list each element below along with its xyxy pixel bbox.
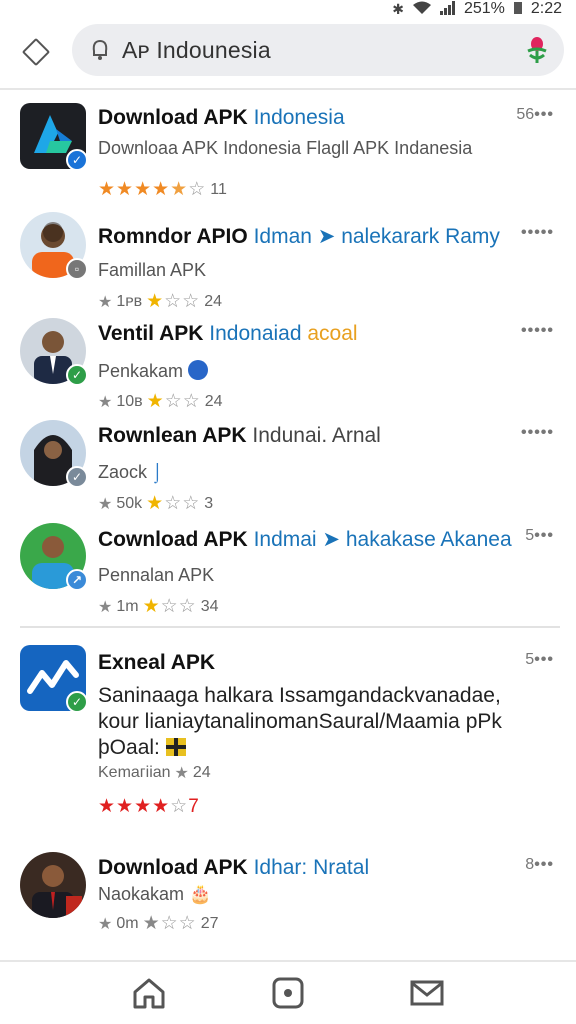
star-icon: ★ [98, 915, 113, 933]
rating-stars: ★☆☆ [146, 391, 201, 412]
star-icon: ★ [98, 293, 113, 311]
item-subtitle: Zaock ⌡ [98, 462, 163, 482]
star-icon: ★ [98, 598, 113, 616]
status-time: 2:22 [530, 0, 562, 17]
verified-icon: ✓ [66, 149, 88, 171]
rating-stars: ★★★★★☆ [98, 179, 207, 200]
signal-icon [439, 0, 456, 18]
avatar: ✓ [20, 420, 88, 488]
avatar: ↗ [20, 523, 88, 591]
list-item[interactable]: ✓ Exneal APK Saninaaga halkara Issamgand… [0, 645, 576, 825]
voice-search-icon[interactable] [524, 35, 550, 65]
item-rating: ★ 50k ★☆☆ 3 [98, 493, 214, 514]
home-icon [133, 978, 165, 1009]
list-item[interactable]: ✓ Ventil APK Indonaiad acoal Penkakam ★ … [0, 310, 576, 412]
diamond-icon [21, 37, 51, 67]
item-rating: ★ 1m ★☆☆ 34 [98, 596, 219, 617]
rating-stars: ★☆☆ [146, 493, 201, 514]
rating-stars: ★★★★☆7 [98, 796, 200, 817]
more-options[interactable]: 5••• [525, 651, 554, 669]
back-button[interactable] [0, 18, 72, 86]
item-description: Saninaaga halkara Issamgandackvanadae, k… [98, 684, 502, 759]
verified-icon: ✓ [66, 691, 88, 713]
badge-icon: ▫ [66, 258, 88, 280]
item-title: Rownlean APK Indunai. Arnal [98, 424, 381, 447]
rating-stars: ★☆☆ [142, 913, 197, 934]
globe-icon [188, 360, 209, 380]
item-subtitle: Naokakam 🎂 [98, 884, 212, 904]
list-item[interactable]: ↗ Cownload APK Indmai ➤ hakakase Akanea … [0, 515, 576, 617]
status-bar: ✱ 251% 2:22 [0, 0, 576, 18]
battery-icon [513, 1, 523, 18]
sock-icon: ⌡ [152, 462, 163, 482]
avatar: ▫ [20, 212, 88, 280]
star-icon: ★ [98, 495, 113, 513]
top-bar: Aᴘ Indounesia [0, 18, 576, 86]
app-icon: ✓ [20, 103, 88, 171]
item-title: Cownload APK Indmai ➤ hakakase Akanea [98, 528, 512, 551]
flag-icon [165, 738, 186, 756]
item-title: Download APK Indonesia [98, 106, 345, 129]
list-item[interactable]: ▫ Romndor APIO Idman ➤ nalekarark Ramy F… [0, 210, 576, 312]
item-category: Kemaгiian ★ 24 [98, 764, 211, 782]
more-options[interactable]: 5••• [525, 527, 554, 545]
list-item[interactable]: ✓ Rownlean APK Indunai. Arnal Zaock ⌡ ★ … [0, 412, 576, 514]
cake-icon: 🎂 [189, 884, 212, 904]
wifi-icon [412, 1, 432, 18]
item-subtitle: Pennalan APK [98, 565, 215, 585]
more-options[interactable]: ••••• [521, 224, 554, 242]
battery-percent: 251% [463, 0, 505, 17]
search-bar[interactable]: Aᴘ Indounesia [72, 24, 564, 76]
more-options[interactable]: ••••• [521, 424, 554, 442]
badge-icon: ↗ [66, 569, 88, 591]
item-subtitle: Downloaa APK Indonesia Flagll APK Indane… [98, 138, 473, 158]
item-title: Exneal APK [98, 651, 216, 674]
search-input[interactable]: Aᴘ Indounesia [122, 37, 524, 64]
avatar [20, 852, 86, 918]
item-title: Ventil APK Indonaiad acoal [98, 322, 358, 345]
more-options[interactable]: 8••• [525, 856, 554, 874]
badge-icon: ✓ [66, 466, 88, 488]
more-options[interactable]: ••••• [521, 322, 554, 340]
bluetooth-icon: ✱ [392, 0, 404, 17]
avatar: ✓ [20, 318, 88, 386]
more-options[interactable]: 56••• [516, 106, 554, 124]
mail-icon [410, 980, 444, 1006]
verified-icon: ✓ [66, 364, 88, 386]
camera-button[interactable] [264, 969, 312, 1017]
home-button[interactable] [125, 969, 173, 1017]
search-icon [90, 39, 110, 61]
mail-button[interactable] [403, 969, 451, 1017]
section-divider [20, 626, 560, 628]
item-subtitle: Famillan APK [98, 260, 207, 280]
camera-icon [272, 977, 304, 1009]
list-item[interactable]: ✓ Download APK Indonesia Downloaa APK In… [0, 100, 576, 210]
app-icon: ✓ [20, 645, 88, 713]
header-divider [0, 88, 576, 90]
item-rating: ★ 0m ★☆☆ 27 [98, 913, 219, 934]
list-item[interactable]: Download APK Idhar: Nratal Naokakam 🎂 ★ … [0, 850, 576, 950]
item-subtitle: Penkakam [98, 360, 209, 382]
item-title: Download APK Idhar: Nratal [98, 856, 370, 879]
bottom-nav [0, 962, 576, 1024]
item-rating: ★★★★★☆ 11 [98, 179, 227, 200]
item-rating: ★ 10ʙ ★☆☆ 24 [98, 391, 223, 412]
star-icon: ★ [98, 393, 113, 411]
item-rating: ★★★★☆7 [98, 795, 200, 818]
star-icon: ★ [174, 765, 189, 782]
rating-stars: ★☆☆ [142, 596, 197, 617]
item-title: Romndor APIO Idman ➤ nalekarark Ramy [98, 225, 500, 248]
